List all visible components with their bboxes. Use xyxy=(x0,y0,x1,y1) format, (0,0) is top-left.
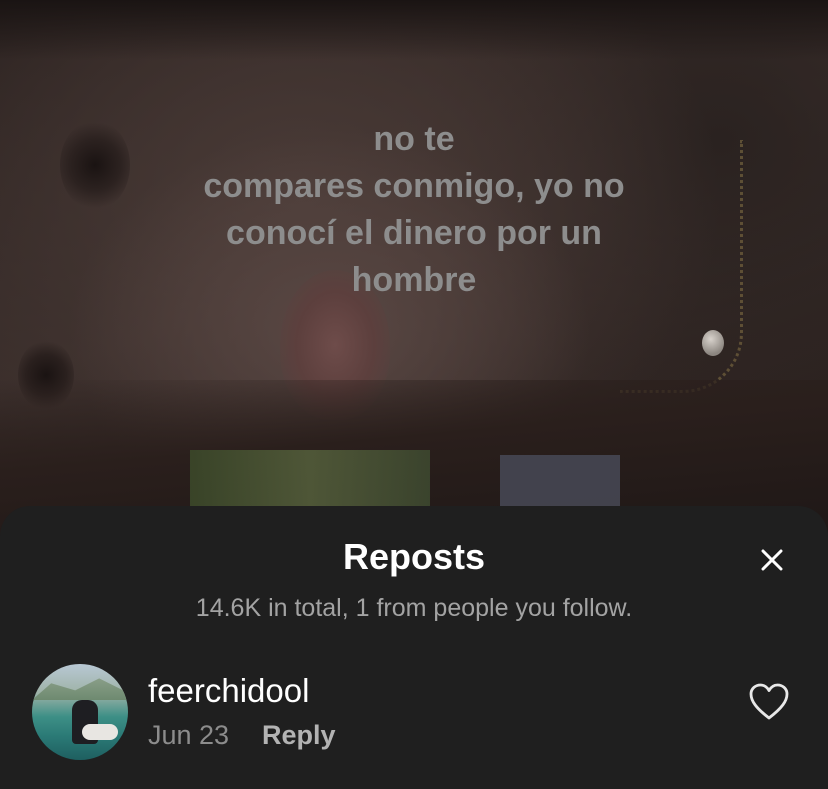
reposts-summary: 14.6K in total, 1 from people you follow… xyxy=(195,594,633,622)
post-overlay-text: no te compares conmigo, yo no conocí el … xyxy=(203,120,625,299)
avatar-mountain xyxy=(32,678,128,700)
photo-eye xyxy=(60,120,130,210)
close-icon xyxy=(761,549,783,571)
like-button[interactable] xyxy=(748,682,790,722)
username[interactable]: feerchidool xyxy=(148,672,309,710)
close-button[interactable] xyxy=(752,540,792,580)
app-screen: no te compares conmigo, yo no conocí el … xyxy=(0,0,828,789)
avatar[interactable] xyxy=(32,664,128,760)
post-background-photo[interactable]: no te compares conmigo, yo no conocí el … xyxy=(0,0,828,560)
repost-date: Jun 23 xyxy=(148,720,230,750)
photo-pearl xyxy=(702,330,724,356)
heart-outline-icon xyxy=(749,683,789,720)
photo-hair-region xyxy=(0,0,828,60)
reposts-sheet: Reposts 14.6K in total, 1 from people yo… xyxy=(0,506,828,789)
reply-button[interactable]: Reply xyxy=(262,720,336,751)
sheet-title: Reposts xyxy=(342,536,486,577)
avatar-person xyxy=(82,724,118,740)
repost-list-item[interactable]: feerchidool Jun 23 Reply xyxy=(0,656,828,766)
